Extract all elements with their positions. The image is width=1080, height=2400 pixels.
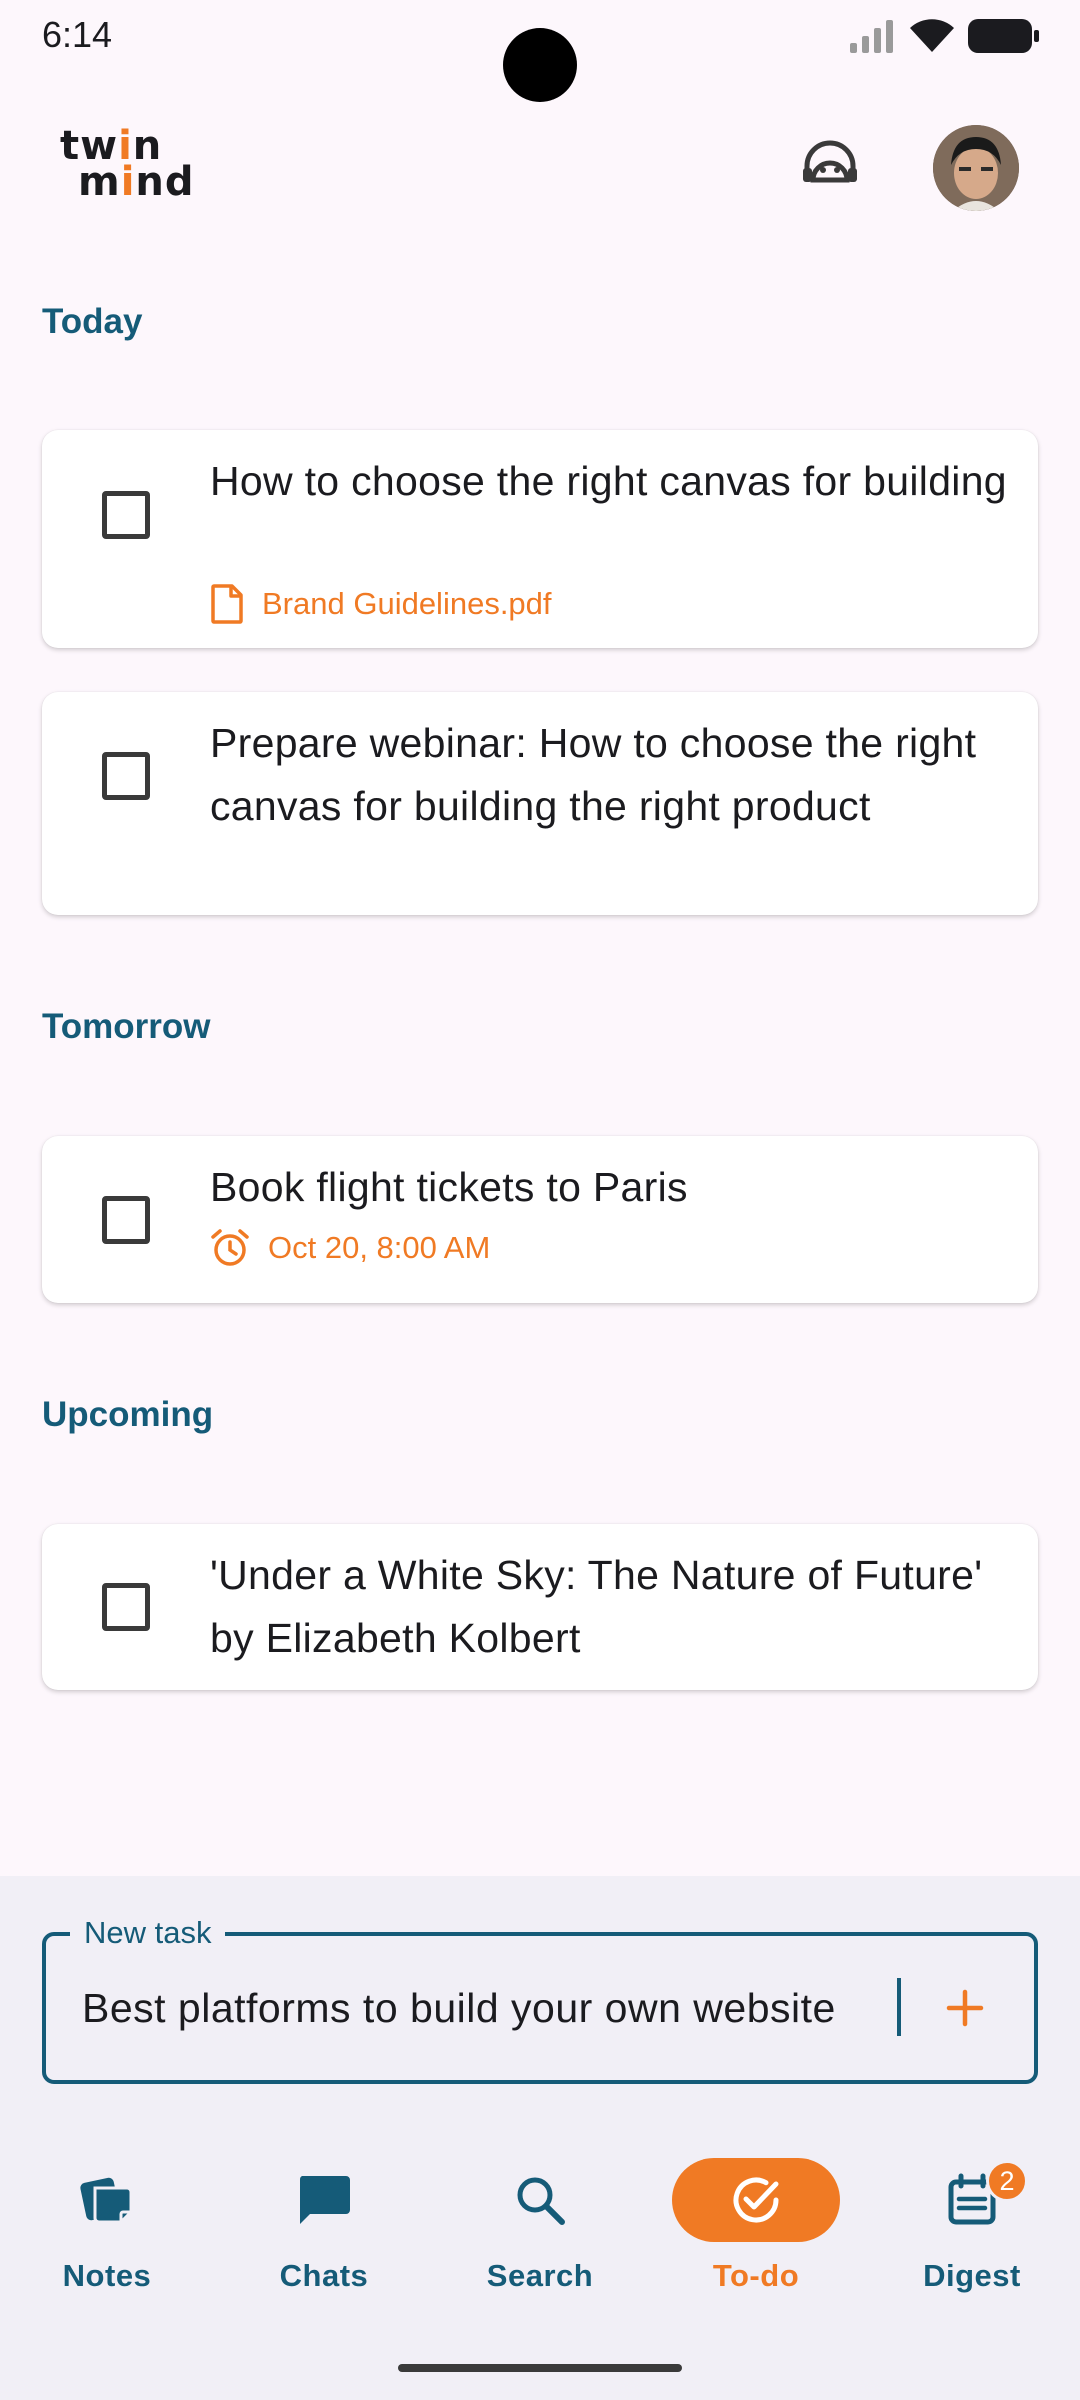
battery-icon [968, 19, 1039, 53]
nav-search[interactable]: Search [440, 2150, 640, 2300]
task-card[interactable]: Prepare webinar: How to choose the right… [42, 692, 1038, 915]
nav-label: Digest [923, 2258, 1021, 2293]
support-button[interactable] [795, 135, 865, 195]
task-title: Prepare webinar: How to choose the right… [210, 720, 977, 829]
task-checkbox[interactable] [102, 1196, 150, 1244]
task-title: How to choose the right canvas for build… [210, 458, 1007, 504]
twinmind-logo: twin mind [60, 123, 195, 205]
front-camera [503, 28, 577, 102]
task-title: Book flight tickets to Paris [210, 1164, 688, 1210]
task-card[interactable]: Book flight tickets to Paris Oct 20, 8:0… [42, 1136, 1038, 1303]
section-title-tomorrow: Tomorrow [42, 1007, 211, 1046]
status-icons [850, 16, 1040, 56]
status-bar: 6:14 [0, 0, 1080, 102]
chat-icon [299, 2176, 350, 2224]
alarm-clock-icon [211, 1229, 249, 1266]
task-reminder[interactable]: Oct 20, 8:00 AM [210, 1228, 490, 1268]
attachment-name: Brand Guidelines.pdf [262, 586, 552, 621]
notification-badge: 2 [986, 2160, 1028, 2202]
nav-chats[interactable]: Chats [224, 2150, 424, 2300]
add-task-button[interactable] [935, 1978, 995, 2038]
task-attachment[interactable]: Brand Guidelines.pdf [210, 584, 552, 624]
nav-label: Search [486, 2258, 594, 2293]
status-time: 6:14 [42, 14, 113, 55]
bottom-navigation: Notes Chats Search To-do 2 Digest [0, 2150, 1080, 2300]
text-cursor [897, 1978, 901, 2036]
task-title: 'Under a White Sky: The Nature of Future… [210, 1552, 983, 1661]
nav-digest[interactable]: 2 Digest [872, 2150, 1072, 2300]
user-avatar[interactable] [933, 125, 1019, 211]
section-title-today: Today [42, 302, 143, 341]
section-title-upcoming: Upcoming [42, 1395, 214, 1434]
task-checkbox[interactable] [102, 491, 150, 539]
new-task-label: New task [70, 1915, 226, 1951]
headset-support-icon [803, 140, 857, 183]
plus-icon [946, 1989, 984, 2027]
task-card[interactable]: How to choose the right canvas for build… [42, 430, 1038, 648]
search-icon [517, 2177, 565, 2225]
reminder-time: Oct 20, 8:00 AM [268, 1230, 491, 1265]
task-checkbox[interactable] [102, 752, 150, 800]
signal-icon [850, 20, 893, 53]
new-task-input[interactable] [82, 1972, 902, 2044]
check-circle-icon [733, 2177, 779, 2223]
document-icon [211, 584, 243, 624]
nav-label: To-do [712, 2258, 800, 2293]
notes-icon [80, 2177, 133, 2224]
task-checkbox[interactable] [102, 1583, 150, 1631]
nav-label: Notes [62, 2258, 152, 2293]
nav-todo[interactable]: To-do [656, 2150, 856, 2300]
task-card[interactable]: 'Under a White Sky: The Nature of Future… [42, 1524, 1038, 1690]
nav-notes[interactable]: Notes [7, 2150, 207, 2300]
nav-label: Chats [279, 2258, 369, 2293]
wifi-icon [910, 19, 954, 52]
avatar-photo [933, 125, 1019, 211]
home-indicator[interactable] [398, 2364, 682, 2372]
